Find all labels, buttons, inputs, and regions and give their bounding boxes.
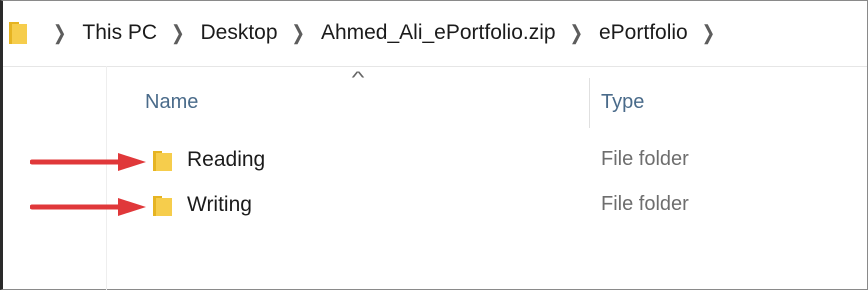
breadcrumb-zip[interactable]: Ahmed_Ali_ePortfolio.zip	[321, 21, 556, 45]
red-arrow-icon	[30, 198, 146, 216]
chevron-right-icon[interactable]: ❯	[292, 21, 305, 46]
file-type: File folder	[601, 148, 689, 170]
sort-ascending-icon: ^	[351, 68, 365, 87]
list-item[interactable]: Reading File folder	[0, 142, 860, 182]
column-header-name[interactable]: Name	[145, 91, 198, 114]
chevron-right-icon[interactable]: ❯	[570, 21, 583, 46]
file-name: Writing	[187, 193, 252, 216]
list-item[interactable]: Writing File folder	[0, 187, 860, 227]
file-type: File folder	[601, 193, 689, 215]
breadcrumb-desktop[interactable]: Desktop	[201, 21, 278, 45]
chevron-right-icon[interactable]: ❯	[702, 21, 715, 46]
folder-icon	[9, 22, 27, 44]
column-header-type[interactable]: Type	[601, 91, 644, 114]
file-name: Reading	[187, 148, 266, 171]
column-resize-handle[interactable]	[589, 78, 590, 128]
chevron-right-icon[interactable]: ❯	[53, 21, 66, 46]
breadcrumb-eportfolio[interactable]: ePortfolio	[599, 21, 688, 45]
breadcrumb: ❯ This PC ❯ Desktop ❯ Ahmed_Ali_ePortfol…	[53, 0, 731, 66]
chevron-right-icon[interactable]: ❯	[171, 21, 184, 46]
breadcrumb-this-pc[interactable]: This PC	[82, 21, 157, 45]
folder-icon	[153, 196, 172, 216]
address-bar[interactable]: ❯ This PC ❯ Desktop ❯ Ahmed_Ali_ePortfol…	[3, 0, 867, 67]
red-arrow-icon	[30, 153, 146, 171]
folder-icon	[153, 151, 172, 171]
